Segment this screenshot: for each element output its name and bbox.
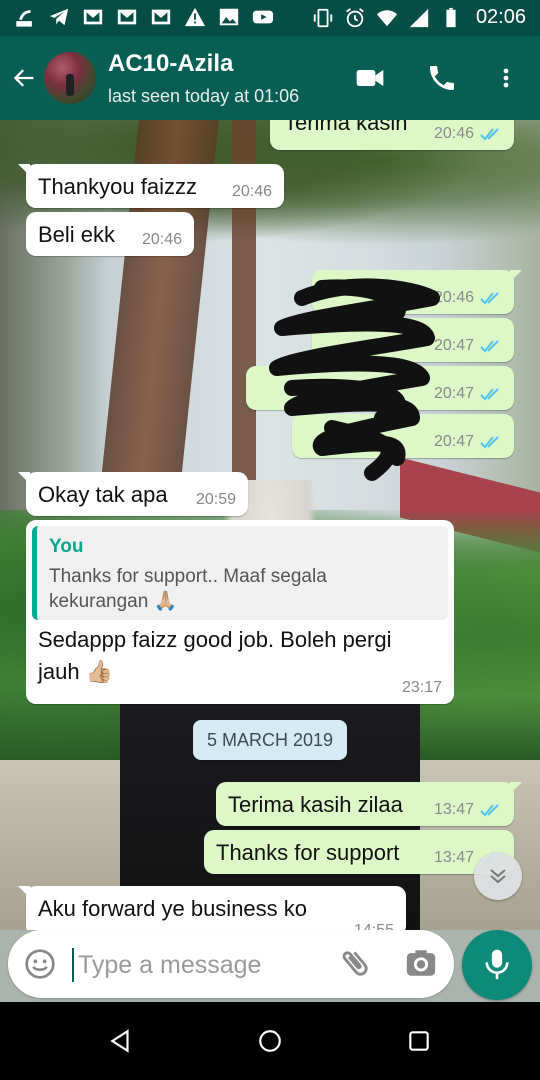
quoted-author: You: [49, 536, 84, 557]
wifi-icon: [376, 9, 398, 26]
message-bubble-incoming[interactable]: Aku forward ye business ko 14:55: [18, 886, 406, 930]
message-meta: 20:46: [434, 125, 502, 143]
message-time: 20:46: [433, 125, 474, 142]
message-time: 20:46: [141, 231, 182, 248]
composer-bar: [0, 930, 540, 1002]
read-ticks-icon: [480, 128, 499, 141]
message-bubble-outgoing[interactable]: Terima kasih 20:46: [270, 120, 514, 150]
gmail-icon: [83, 9, 103, 25]
message-bubble-incoming[interactable]: Thankyou faizzz 20:46: [18, 164, 284, 208]
message-text: Terima kasih zilaa: [228, 792, 403, 817]
chat-header: AC10-Azila last seen today at 01:06: [0, 36, 540, 120]
warning-icon: [184, 7, 206, 27]
wifi-call-icon: [16, 10, 32, 27]
message-time: 20:59: [195, 491, 236, 508]
message-text: Thanks for support: [216, 840, 400, 865]
contact-name[interactable]: AC10-Azila: [108, 50, 233, 78]
gmail-icon: [117, 9, 137, 25]
bubble-tail: [510, 270, 522, 282]
system-status: 02:06: [312, 6, 526, 29]
attachment-icon[interactable]: [338, 946, 372, 980]
message-meta: 20:47: [434, 385, 502, 403]
status-bar: 02:06: [0, 0, 540, 36]
back-arrow-icon[interactable]: [10, 64, 38, 92]
message-time: 23:17: [401, 679, 442, 696]
message-text: Okay tak apa: [38, 482, 168, 507]
voice-record-button[interactable]: [462, 930, 532, 1000]
battery-icon: [446, 7, 456, 27]
quoted-message[interactable]: You Thanks for support.. Maaf segala kek…: [32, 526, 448, 620]
telegram-icon: [49, 8, 69, 26]
read-ticks-icon: [480, 292, 499, 305]
message-meta: 20:47: [434, 433, 502, 451]
system-nav-bar: [0, 1002, 540, 1080]
alarm-icon: [346, 7, 364, 27]
last-seen-status: last seen today at 01:06: [108, 86, 300, 106]
emoji-icon[interactable]: [24, 948, 56, 980]
text-cursor: [72, 948, 74, 982]
nav-recents-icon[interactable]: [406, 1028, 432, 1054]
message-bubble-incoming-reply[interactable]: You Thanks for support.. Maaf segala kek…: [26, 520, 454, 704]
message-meta: 20:46: [434, 289, 502, 307]
message-time: 13:47: [433, 801, 474, 818]
bubble-tail: [18, 886, 30, 898]
message-time: 14:55: [354, 922, 394, 930]
message-meta: 13:47: [434, 801, 502, 819]
double-chevron-down-icon: [490, 869, 506, 884]
message-time: 20:46: [231, 183, 272, 200]
quoted-text: Thanks for support.. Maaf segala kekuran…: [49, 566, 327, 612]
message-text: Beli ekk: [38, 222, 116, 247]
message-meta: 20:47: [434, 337, 502, 355]
video-call-icon[interactable]: [354, 62, 386, 94]
message-text: Thankyou faizzz: [38, 174, 197, 199]
message-text: Sedappp faizz good job. Boleh pergi jauh…: [38, 627, 392, 684]
bubble-tail: [18, 164, 30, 176]
read-ticks-icon: [480, 340, 499, 353]
message-text: Terima kasih: [284, 120, 408, 135]
camera-icon[interactable]: [404, 946, 438, 980]
notification-icons: [14, 6, 274, 28]
phone-call-icon[interactable]: [426, 62, 458, 94]
scroll-to-bottom-button[interactable]: [474, 852, 522, 900]
nav-home-icon[interactable]: [257, 1028, 283, 1054]
contact-avatar[interactable]: [44, 52, 96, 104]
microphone-icon: [485, 949, 509, 980]
message-input[interactable]: [76, 944, 300, 986]
nav-back-icon[interactable]: [108, 1028, 134, 1054]
chat-area[interactable]: Terima kasih 20:46 Thankyou faizzz 20:46…: [0, 120, 540, 930]
vibrate-icon: [313, 8, 333, 27]
composer[interactable]: [8, 930, 454, 998]
clock: 02:06: [475, 6, 526, 28]
message-bubble-outgoing[interactable]: Thanks for support 13:47: [204, 830, 514, 874]
message-bubble-outgoing[interactable]: Terima kasih zilaa 13:47: [216, 782, 522, 826]
message-bubble-incoming[interactable]: Okay tak apa 20:59: [18, 472, 248, 516]
gallery-icon: [219, 8, 239, 26]
read-ticks-icon: [480, 388, 499, 401]
read-ticks-icon: [480, 804, 499, 817]
more-options-icon[interactable]: [494, 62, 518, 94]
message-time: 13:47: [433, 849, 474, 866]
message-text: Aku forward ye business ko: [38, 896, 308, 921]
message-bubble-incoming[interactable]: Beli ekk 20:46: [26, 212, 194, 256]
date-separator: 5 MARCH 2019: [193, 720, 347, 760]
signal-icon: [409, 8, 429, 27]
youtube-icon: [252, 10, 274, 24]
gmail-icon: [151, 9, 171, 25]
bubble-tail: [18, 472, 30, 484]
bubble-tail: [510, 782, 522, 794]
read-ticks-icon: [480, 436, 499, 449]
redaction-scribble: [269, 278, 440, 481]
